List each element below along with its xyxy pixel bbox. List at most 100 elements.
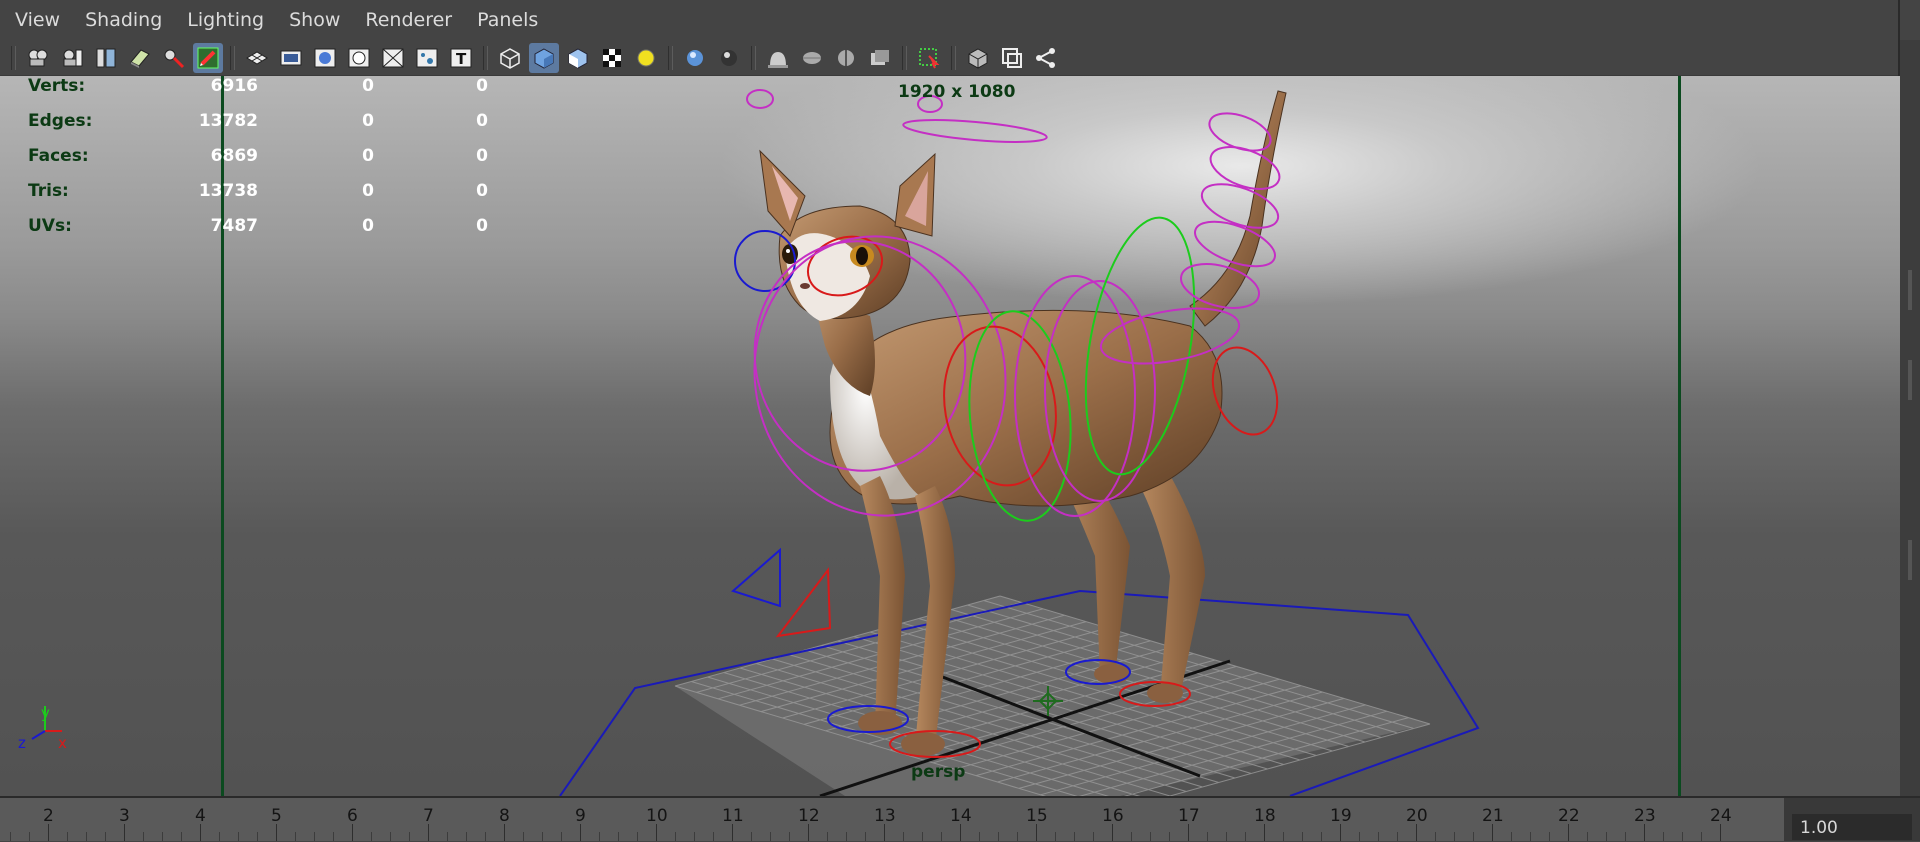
timeline-minor-tick <box>713 832 714 841</box>
gate-mask-icon[interactable] <box>344 43 374 73</box>
hud-label: Faces: <box>28 146 89 166</box>
timeline-frame-label: 24 <box>1710 806 1732 826</box>
xray-icon[interactable] <box>963 43 993 73</box>
timeline-minor-tick <box>162 832 163 841</box>
current-frame-field[interactable]: 1.00 <box>1792 814 1912 840</box>
timeline-minor-tick <box>1625 832 1626 841</box>
smooth-shade-icon[interactable] <box>529 42 559 73</box>
grease-pencil-icon[interactable] <box>193 42 223 73</box>
menu-view[interactable]: View <box>0 9 71 31</box>
timeline-major-tick <box>504 824 505 841</box>
timeline-major-tick <box>960 824 961 841</box>
select-camera-icon[interactable] <box>23 43 53 73</box>
timeline-minor-tick <box>257 832 258 841</box>
timeline-minor-tick <box>998 832 999 841</box>
timeline-minor-tick <box>1226 832 1227 841</box>
timeline-frame-label: 7 <box>423 806 434 826</box>
two-d-pan-zoom-icon[interactable] <box>159 43 189 73</box>
timeline-frame-label: 20 <box>1406 806 1428 826</box>
grid-icon[interactable] <box>242 43 272 73</box>
timeline-minor-tick <box>238 832 239 841</box>
wireframe-icon[interactable] <box>495 43 525 73</box>
timeline-minor-tick <box>1701 832 1702 841</box>
timeline-frame-label: 5 <box>271 806 282 826</box>
time-slider[interactable]: 2 3 4 5 6 7 8 9 10 11 12 13 14 15 16 17 18 19 20 21 22 23 24 1… <box>0 796 1920 841</box>
timeline-minor-tick <box>10 832 11 841</box>
timeline-minor-tick <box>333 832 334 841</box>
depth-of-field-icon[interactable] <box>831 43 861 73</box>
timeline-minor-tick <box>675 832 676 841</box>
screen-space-ao-icon[interactable] <box>714 43 744 73</box>
timeline-minor-tick <box>922 832 923 841</box>
timeline-frame-label: 8 <box>499 806 510 826</box>
timeline-major-tick <box>1644 824 1645 841</box>
timeline-minor-tick <box>1283 832 1284 841</box>
timeline-major-tick <box>48 824 49 841</box>
default-material-icon[interactable] <box>563 43 593 73</box>
timeline-minor-tick <box>219 832 220 841</box>
timeline-minor-tick <box>67 832 68 841</box>
timeline-frame-label: 6 <box>347 806 358 826</box>
perspective-viewport[interactable]: y x z Verts: 6916 0 0 Edges: 13782 0 0 F… <box>0 76 1900 796</box>
timeline-minor-tick <box>390 832 391 841</box>
timeline-minor-tick <box>1663 832 1664 841</box>
timeline-minor-tick <box>1207 832 1208 841</box>
use-all-lights-icon[interactable] <box>631 43 661 73</box>
timeline-major-tick <box>1264 824 1265 841</box>
safe-action-icon[interactable] <box>412 43 442 73</box>
isolate-select-icon[interactable] <box>914 43 944 73</box>
timeline-ruler[interactable]: 2 3 4 5 6 7 8 9 10 11 12 13 14 15 16 17 18 19 20 21 22 23 24 <box>0 798 1784 841</box>
field-chart-icon[interactable] <box>378 43 408 73</box>
timeline-minor-tick <box>29 832 30 841</box>
timeline-minor-tick <box>618 832 619 841</box>
textured-icon[interactable] <box>597 43 627 73</box>
text-icon[interactable]: T <box>446 43 476 73</box>
timeline-minor-tick <box>181 832 182 841</box>
timeline-frame-label: 4 <box>195 806 206 826</box>
ground-grid <box>674 595 1431 796</box>
timeline-minor-tick <box>1378 832 1379 841</box>
multisample-aa-icon[interactable] <box>797 43 827 73</box>
resolution-gate-icon[interactable] <box>310 43 340 73</box>
timeline-minor-tick <box>865 832 866 841</box>
timeline-minor-tick <box>1093 832 1094 841</box>
menu-shading[interactable]: Shading <box>71 9 173 31</box>
timeline-frame-label: 19 <box>1330 806 1352 826</box>
hud-value: 6916 <box>210 76 258 96</box>
hardware-fog-icon[interactable] <box>865 43 895 73</box>
menu-renderer[interactable]: Renderer <box>351 9 463 31</box>
timeline-minor-tick <box>1245 832 1246 841</box>
hud-value: 0 <box>362 111 374 131</box>
timeline-frame-label: 14 <box>950 806 972 826</box>
timeline-minor-tick <box>789 832 790 841</box>
timeline-major-tick <box>1112 824 1113 841</box>
timeline-major-tick <box>808 824 809 841</box>
menu-show[interactable]: Show <box>275 9 351 31</box>
xray-active-icon[interactable] <box>997 43 1027 73</box>
motion-blur-icon[interactable] <box>763 43 793 73</box>
hud-value: 13782 <box>198 111 258 131</box>
timeline-major-tick <box>352 824 353 841</box>
panel-menubar: View Shading Lighting Show Renderer Pane… <box>0 0 1920 40</box>
xray-joints-icon[interactable] <box>1031 43 1061 73</box>
menu-panels[interactable]: Panels <box>463 9 549 31</box>
camera-attributes-icon[interactable] <box>57 43 87 73</box>
hud-value: 0 <box>476 181 488 201</box>
hud-value: 7487 <box>210 216 258 236</box>
hud-value: 6869 <box>210 146 258 166</box>
timeline-minor-tick <box>1530 832 1531 841</box>
timeline-major-tick <box>1416 824 1417 841</box>
bookmarks-icon[interactable] <box>91 43 121 73</box>
toolbar-separator <box>668 45 673 70</box>
hud-value: 0 <box>476 146 488 166</box>
image-plane-icon[interactable] <box>125 43 155 73</box>
axis-x-label: x <box>58 734 67 752</box>
timeline-frame-label: 15 <box>1026 806 1048 826</box>
timeline-frame-label: 22 <box>1558 806 1580 826</box>
timeline-minor-tick <box>466 832 467 841</box>
timeline-frame-label: 10 <box>646 806 668 826</box>
film-gate-icon[interactable] <box>276 43 306 73</box>
timeline-minor-tick <box>941 832 942 841</box>
menu-lighting[interactable]: Lighting <box>173 9 275 31</box>
shadows-icon[interactable] <box>680 43 710 73</box>
